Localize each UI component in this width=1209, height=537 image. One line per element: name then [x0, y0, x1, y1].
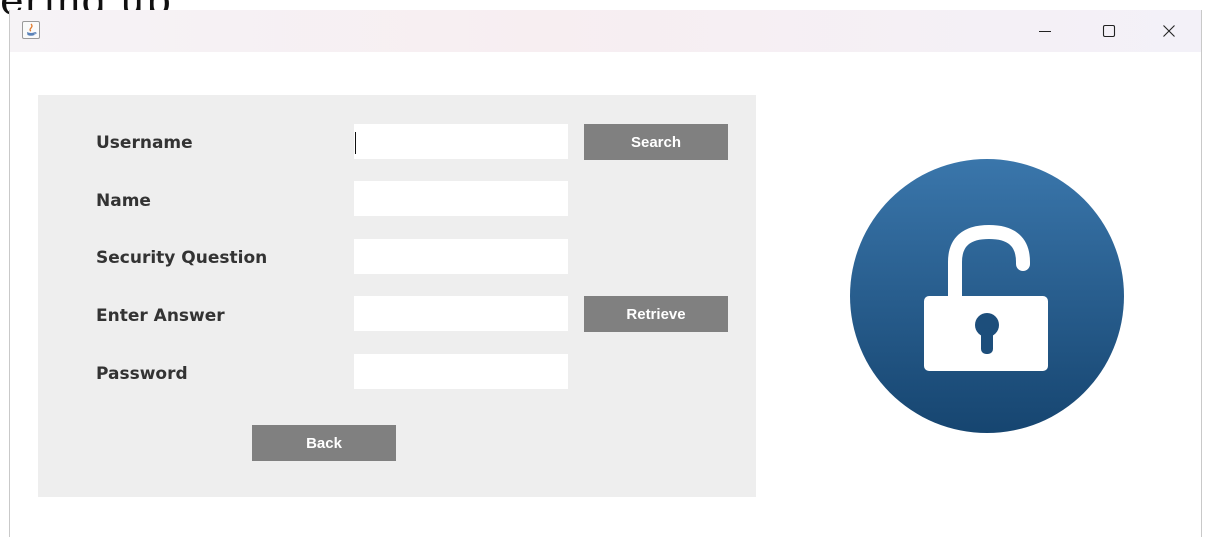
password-field[interactable]: [354, 354, 568, 389]
password-label: Password: [96, 364, 188, 384]
security-question-label: Security Question: [96, 248, 268, 268]
close-icon[interactable]: [1137, 10, 1201, 52]
title-bar[interactable]: [10, 10, 1201, 52]
username-label: Username: [96, 133, 193, 153]
recovery-form-panel: Username Search Name Security Question E…: [38, 95, 756, 497]
app-window: Username Search Name Security Question E…: [9, 10, 1202, 537]
text-caret: [355, 132, 356, 154]
java-icon[interactable]: [22, 21, 40, 39]
maximize-icon[interactable]: [1077, 10, 1141, 52]
minimize-icon[interactable]: [1013, 10, 1077, 52]
enter-answer-label: Enter Answer: [96, 306, 225, 326]
unlocked-padlock-icon: [849, 158, 1125, 438]
answer-field[interactable]: [354, 296, 568, 331]
back-button[interactable]: Back: [252, 425, 396, 461]
username-field[interactable]: [354, 124, 568, 159]
security-question-field[interactable]: [354, 239, 568, 274]
name-field[interactable]: [354, 181, 568, 216]
retrieve-button[interactable]: Retrieve: [584, 296, 728, 332]
name-label: Name: [96, 191, 151, 211]
search-button[interactable]: Search: [584, 124, 728, 160]
